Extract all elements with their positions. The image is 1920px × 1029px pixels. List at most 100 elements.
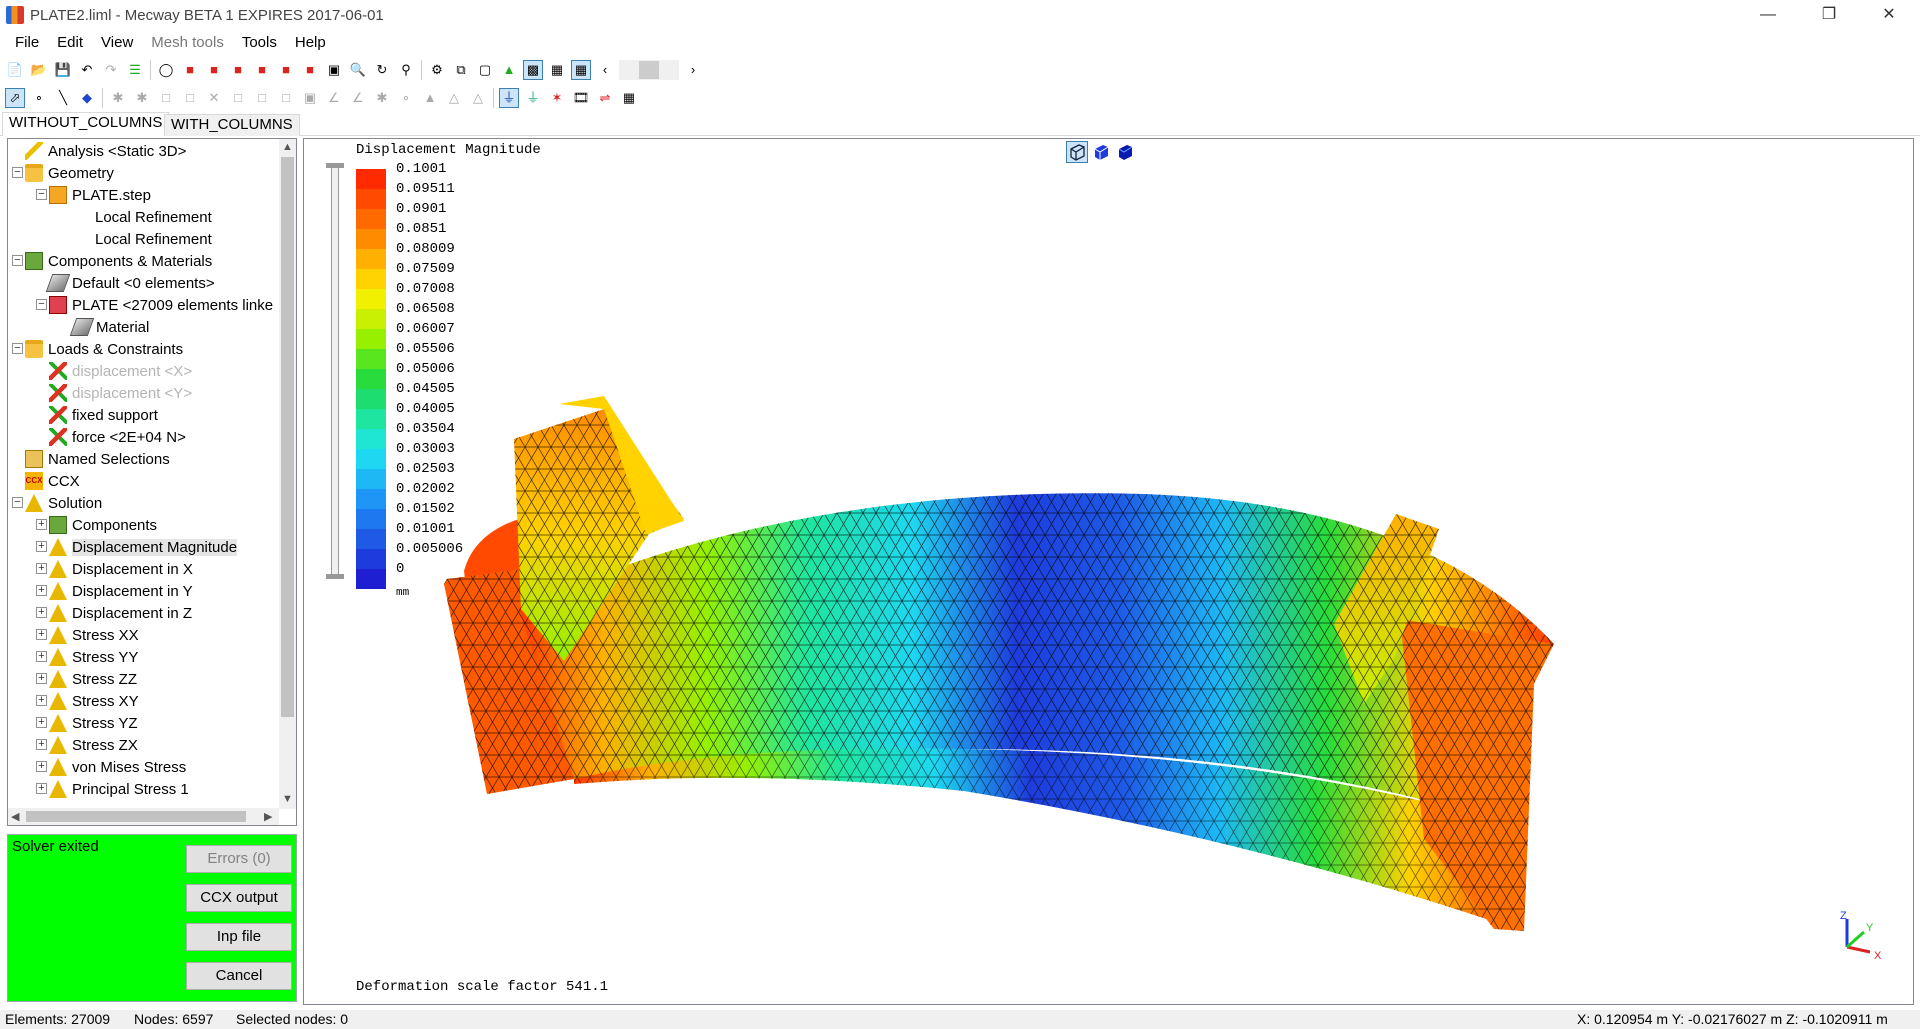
delete-icon[interactable]: ✕ [204,88,224,108]
legend-slider-bottom-handle[interactable] [326,574,344,579]
tree-item[interactable]: fixed support [49,404,158,426]
split-icon[interactable]: ✱ [372,88,392,108]
view-left-icon[interactable]: ■ [228,60,248,80]
mesh-view-icon[interactable]: ▦ [571,60,591,80]
tree-item[interactable]: + Stress ZX [36,734,138,756]
animation-icon[interactable]: ✶ [547,88,567,108]
tree-item[interactable]: + Stress YY [36,646,138,668]
tree-item[interactable]: Material [69,316,149,338]
expand-icon[interactable]: + [36,651,47,662]
undo-icon[interactable]: ↶ [77,60,97,80]
node-icon[interactable]: ∘ [396,88,416,108]
tree-item[interactable]: − Loads & Constraints [12,338,183,360]
zoom-box-icon[interactable]: ▣ [324,60,344,80]
tree-item[interactable]: − Geometry [12,162,114,184]
tree-item[interactable]: + Components [36,514,157,536]
expand-icon[interactable]: + [36,541,47,552]
expand-icon[interactable]: + [36,607,47,618]
solve-icon[interactable]: ⚙ [427,60,447,80]
tree-item[interactable]: displacement <X> [49,360,192,382]
view-bottom-icon[interactable]: ■ [300,60,320,80]
wire-cube-icon[interactable]: ◯ [156,60,176,80]
tree-item[interactable]: CCX CCX [25,470,80,492]
expand-icon[interactable]: + [36,695,47,706]
rotate-icon[interactable]: ↻ [372,60,392,80]
select-node-icon[interactable]: ∘ [29,88,49,108]
tree-item[interactable]: − PLATE <27009 elements linke [36,294,273,316]
view-top-icon[interactable]: ■ [276,60,296,80]
legend-range-slider[interactable] [326,163,344,579]
layers-icon[interactable]: ☰ [125,60,145,80]
sweep-icon[interactable]: ∠ [324,88,344,108]
model-tree[interactable]: Analysis <Static 3D> − Geometry − PLATE.step… [7,138,297,826]
tree-item[interactable]: + Stress XY [36,690,139,712]
3d-viewport[interactable]: Displacement Magnitude 0.1001 0.09511 0.09… [303,138,1914,1005]
expand-icon[interactable]: + [36,585,47,596]
expand-icon[interactable]: + [36,761,47,772]
tree-item[interactable]: + Stress YZ [36,712,138,734]
tree-item[interactable]: Local Refinement [95,228,212,250]
zoom-icon[interactable]: 🔍 [348,60,368,80]
tree-item[interactable]: Local Refinement [95,206,212,228]
shaded-cube-icon[interactable] [1090,141,1112,163]
open-folder-icon[interactable]: 📂 [29,60,49,80]
revolve-icon[interactable]: □ [252,88,272,108]
tree-item[interactable]: − Solution [12,492,102,514]
expand-icon[interactable]: + [36,739,47,750]
arrows-icon[interactable]: ⇌ [595,88,615,108]
view-right-icon[interactable]: ■ [252,60,272,80]
tree-item[interactable]: − Components & Materials [12,250,212,272]
expand-icon[interactable]: + [36,717,47,728]
restore-icon[interactable]: ❐ [1806,0,1852,30]
zoom-fit-icon[interactable]: ⚲ [396,60,416,80]
tree-item[interactable]: + Principal Stress 1 [36,778,189,800]
legend-slider-top-handle[interactable] [326,163,344,168]
tree-item[interactable]: Analysis <Static 3D> [25,140,186,162]
section-view-icon[interactable]: ⧉ [451,60,471,80]
ccx-output-button[interactable]: CCX output [186,884,292,912]
shaded-view-icon[interactable]: ▩ [523,60,543,80]
collapse-icon[interactable]: − [36,189,47,200]
surface-view-icon[interactable]: ▲ [499,60,519,80]
cancel-button[interactable]: Cancel [186,962,292,990]
tree-item[interactable]: − PLATE.step [36,184,151,206]
box-icon[interactable]: □ [156,88,176,108]
collapse-icon[interactable]: − [12,497,23,508]
expand-icon[interactable]: + [36,519,47,530]
collapse-icon[interactable]: − [36,299,47,310]
expand-icon[interactable]: + [36,783,47,794]
copy-icon[interactable]: □ [276,88,296,108]
refine-icon[interactable]: ▣ [300,88,320,108]
film-icon[interactable]: 🎞 [571,88,591,108]
tree-item[interactable]: Named Selections [25,448,170,470]
wireframe-cube-icon[interactable] [1066,141,1088,163]
quad-icon[interactable]: △ [468,88,488,108]
tree-item[interactable]: + Displacement in X [36,558,193,580]
select-edge-icon[interactable]: ╲ [53,88,73,108]
scroll-left-icon[interactable]: ◀ [11,810,19,823]
deformed-shape-icon[interactable]: ⏚ [499,88,519,108]
select-face-icon[interactable]: ◆ [77,88,97,108]
tree-item[interactable]: + Displacement in Y [36,580,193,602]
undeformed-shape-icon[interactable]: ⏚ [523,88,543,108]
table-icon[interactable]: ▦ [619,88,639,108]
errors-button[interactable]: Errors (0) [186,845,292,873]
close-icon[interactable]: ✕ [1866,0,1912,30]
scroll-left-icon[interactable]: ‹ [595,60,615,80]
scroll-right-icon[interactable]: ▶ [264,810,272,823]
collapse-icon[interactable]: − [12,343,23,354]
select-icon[interactable]: ⬀ [5,88,25,108]
tree-item[interactable]: + Displacement in Z [36,602,192,624]
tab-without-columns[interactable]: WITHOUT_COLUMNS [2,112,170,136]
extrude-icon[interactable]: □ [228,88,248,108]
triangle-icon[interactable]: △ [444,88,464,108]
view-back-icon[interactable]: ■ [204,60,224,80]
scroll-down-icon[interactable]: ▼ [282,793,293,805]
menu-tools[interactable]: Tools [233,30,286,56]
toolbar-slider[interactable] [619,60,679,80]
collapse-icon[interactable]: − [12,255,23,266]
tree-item[interactable]: + Displacement Magnitude [36,536,238,558]
bend-icon[interactable]: ∠ [348,88,368,108]
expand-icon[interactable]: + [36,629,47,640]
tree-vertical-scroll-thumb[interactable] [281,157,294,717]
